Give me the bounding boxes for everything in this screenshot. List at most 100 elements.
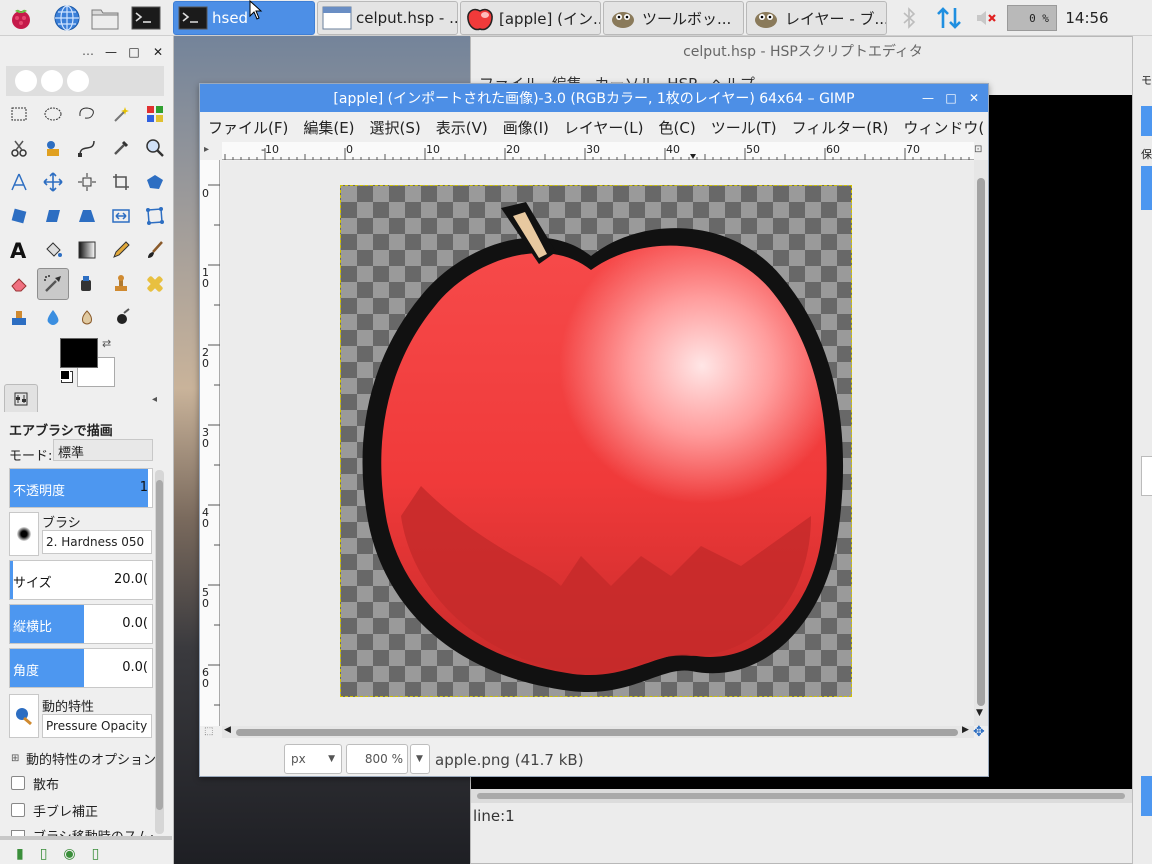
blur-icon[interactable] [39, 304, 67, 332]
shear-icon[interactable] [39, 202, 67, 230]
cpu-monitor[interactable]: 0 % [1007, 5, 1057, 31]
eraser-icon[interactable] [5, 270, 33, 298]
airbrush-icon[interactable] [37, 268, 69, 300]
clock[interactable]: 14:56 [1062, 5, 1112, 31]
bottom-button-row[interactable]: ▮▯◉▯ [16, 846, 115, 862]
image-canvas[interactable] [221, 161, 974, 726]
brush-preview[interactable] [9, 512, 39, 556]
bluetooth-icon[interactable] [897, 5, 921, 31]
measure-icon[interactable] [5, 168, 33, 196]
heal-icon[interactable] [141, 270, 169, 298]
vertical-scrollbar[interactable]: ▼ [974, 160, 988, 726]
horizontal-ruler[interactable]: -10 0 10 20 30 40 50 60 70 [222, 142, 974, 160]
dock-layer-row[interactable] [1141, 166, 1152, 210]
task-celput[interactable]: celput.hsp - ... [317, 1, 458, 35]
flip-icon[interactable] [107, 202, 135, 230]
rect-select-icon[interactable] [5, 100, 33, 128]
horizontal-scrollbar[interactable]: ◀ ▶ [222, 725, 974, 738]
zoom-icon[interactable] [141, 134, 169, 162]
image-layer[interactable] [340, 185, 852, 697]
size-slider[interactable]: サイズ 20.0( [9, 560, 153, 600]
scroll-thumb[interactable] [236, 729, 958, 736]
file-manager-icon[interactable] [90, 3, 120, 33]
move-icon[interactable] [39, 168, 67, 196]
ellipse-select-icon[interactable] [39, 100, 67, 128]
brush-name-field[interactable]: 2. Hardness 050 [42, 530, 152, 554]
panel-menu-icon[interactable]: ◂ [152, 394, 157, 405]
aspect-ratio-slider[interactable]: 縦横比 0.0( [9, 604, 153, 644]
scatter-checkbox[interactable] [11, 776, 25, 790]
minimize-button[interactable]: — [920, 90, 936, 106]
perspective-icon[interactable] [73, 202, 101, 230]
dock-mode-field[interactable] [1141, 106, 1152, 136]
scroll-right-icon[interactable]: ▶ [962, 725, 969, 735]
rotate-icon[interactable] [5, 202, 33, 230]
ink-icon[interactable] [73, 270, 101, 298]
zoom-fit-icon[interactable]: ⊡ [974, 144, 982, 155]
jitter-checkbox[interactable] [11, 803, 25, 817]
expand-icon[interactable]: ⊞ [11, 753, 19, 764]
cage-transform-icon[interactable] [141, 202, 169, 230]
tool-options-tab[interactable] [4, 384, 38, 412]
close-button[interactable]: ✕ [966, 90, 982, 106]
close-button[interactable]: ✕ [150, 44, 166, 60]
swap-colors-icon[interactable]: ⇄ [102, 337, 111, 350]
perspective-clone-icon[interactable] [5, 304, 33, 332]
scroll-left-icon[interactable]: ◀ [224, 725, 231, 735]
default-colors-icon[interactable] [60, 370, 70, 380]
dynamics-field[interactable]: Pressure Opacity [42, 714, 152, 738]
dynamics-options-expander[interactable]: 動的特性のオプション [26, 749, 156, 768]
network-icon[interactable] [934, 5, 964, 31]
opacity-slider[interactable]: 不透明度 1 [9, 468, 153, 508]
menu-layer[interactable]: レイヤー(L) [564, 117, 644, 138]
scroll-down-icon[interactable]: ▼ [976, 708, 983, 718]
zoom-field[interactable]: 800 % [346, 744, 408, 774]
scroll-thumb[interactable] [156, 480, 163, 810]
maximize-button[interactable]: □ [126, 44, 142, 60]
toolbox-menu-dots[interactable]: … [82, 44, 94, 58]
foreground-color-swatch[interactable] [60, 338, 98, 368]
quick-mask-icon[interactable]: ⬚ [204, 726, 213, 737]
zoom-dropdown[interactable]: ▼ [410, 744, 430, 774]
pencil-icon[interactable] [107, 236, 135, 264]
text-icon[interactable]: A [5, 236, 33, 264]
smudge-icon[interactable] [73, 304, 101, 332]
quick-mask-menu-icon[interactable]: ▸ [204, 144, 209, 155]
color-picker-icon[interactable] [107, 134, 135, 162]
mode-select[interactable]: 標準 [53, 439, 153, 461]
clone-icon[interactable] [107, 270, 135, 298]
terminal-icon[interactable] [131, 3, 161, 33]
web-browser-icon[interactable] [52, 3, 82, 33]
task-hsed[interactable]: hsed [173, 1, 315, 35]
foreground-select-icon[interactable] [39, 134, 67, 162]
task-apple[interactable]: [apple] (イン... [460, 1, 601, 35]
unified-transform-icon[interactable] [141, 168, 169, 196]
menu-select[interactable]: 選択(S) [370, 117, 421, 138]
task-toolbox[interactable]: ツールボッ... [603, 1, 744, 35]
navigate-icon[interactable]: ✥ [973, 724, 985, 740]
fuzzy-select-icon[interactable] [107, 100, 135, 128]
menu-tools[interactable]: ツール(T) [711, 117, 777, 138]
volume-muted-icon[interactable] [972, 5, 1000, 31]
vertical-ruler[interactable]: 0 10 20 30 40 50 60 [200, 160, 220, 726]
free-select-icon[interactable] [73, 100, 101, 128]
options-scrollbar[interactable] [155, 470, 164, 834]
task-layers[interactable]: レイヤー - ブ... [746, 1, 887, 35]
paintbrush-icon[interactable] [141, 236, 169, 264]
menu-filters[interactable]: フィルター(R) [792, 117, 889, 138]
dock-selected-row[interactable] [1141, 776, 1152, 816]
menu-file[interactable]: ファイル(F) [208, 117, 288, 138]
scroll-thumb[interactable] [977, 178, 985, 706]
unit-select[interactable]: px ▼ [284, 744, 342, 774]
menu-colors[interactable]: 色(C) [659, 117, 696, 138]
menu-image[interactable]: 画像(I) [503, 117, 549, 138]
menu-view[interactable]: 表示(V) [436, 117, 488, 138]
raspberry-menu-icon[interactable] [6, 3, 36, 33]
minimize-button[interactable]: — [103, 44, 119, 60]
menu-windows[interactable]: ウィンドウ( [903, 117, 984, 138]
scissors-icon[interactable] [5, 134, 33, 162]
maximize-button[interactable]: □ [943, 90, 959, 106]
select-by-color-icon[interactable] [141, 100, 169, 128]
horizontal-scrollbar[interactable] [471, 789, 1135, 803]
crop-icon[interactable] [107, 168, 135, 196]
